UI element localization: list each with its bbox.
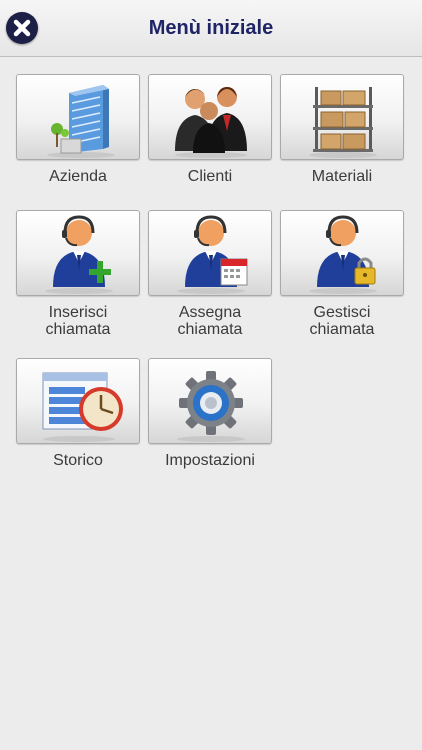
materiali-button[interactable] — [280, 74, 404, 160]
menu-item-label: Clienti — [187, 168, 233, 185]
menu-item-inserisci-chiamata[interactable]: Inserisci chiamata — [16, 210, 142, 338]
menu-item-azienda[interactable]: Azienda — [16, 74, 142, 185]
header-bar: Menù iniziale — [0, 0, 422, 57]
menu-item-label: Materiali — [311, 168, 373, 185]
clienti-button[interactable] — [148, 74, 272, 160]
menu-item-assegna-chiamata[interactable]: Assegna chiamata — [148, 210, 274, 338]
menu-item-clienti[interactable]: Clienti — [148, 74, 274, 185]
building-icon — [47, 85, 115, 158]
menu-item-label: Azienda — [49, 168, 107, 185]
shelves-icon — [309, 87, 377, 158]
people-icon — [175, 87, 247, 158]
menu-item-label: Impostazioni — [165, 452, 255, 469]
impostazioni-button[interactable] — [148, 358, 272, 444]
assegna-chiamata-button[interactable] — [148, 210, 272, 296]
settings-gear-icon — [177, 371, 245, 442]
operator-add-icon — [45, 215, 113, 294]
operator-lock-icon — [309, 215, 377, 294]
menu-item-impostazioni[interactable]: Impostazioni — [148, 358, 274, 469]
azienda-button[interactable] — [16, 74, 140, 160]
menu-item-gestisci-chiamata[interactable]: Gestisci chiamata — [280, 210, 406, 338]
operator-calendar-icon — [177, 215, 248, 294]
menu-item-storico[interactable]: Storico — [16, 358, 142, 469]
gestisci-chiamata-button[interactable] — [280, 210, 404, 296]
menu-item-label: Gestisci chiamata — [309, 304, 375, 338]
history-clock-icon — [42, 372, 123, 442]
inserisci-chiamata-button[interactable] — [16, 210, 140, 296]
menu-item-label: Assegna chiamata — [177, 304, 243, 338]
page-title: Menù iniziale — [148, 17, 274, 39]
storico-button[interactable] — [16, 358, 140, 444]
menu-item-materiali[interactable]: Materiali — [280, 74, 406, 185]
menu-item-label: Storico — [53, 452, 103, 469]
menu-item-label: Inserisci chiamata — [45, 304, 111, 338]
